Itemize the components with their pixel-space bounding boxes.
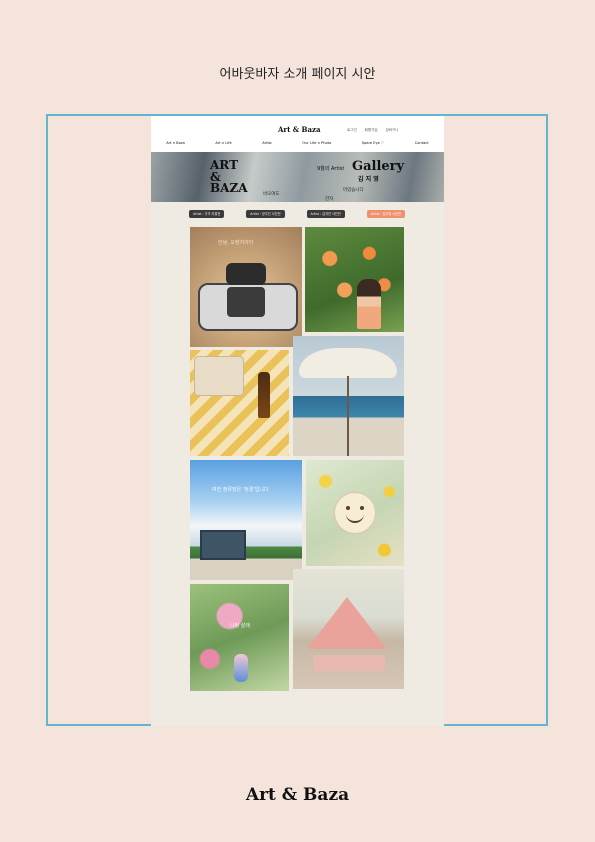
nav-item-art-n-baza[interactable]: Art n Baza bbox=[166, 141, 185, 145]
umbrella-canopy bbox=[299, 348, 397, 378]
nav-item-contact[interactable]: Contact bbox=[415, 141, 429, 145]
hero-artist-name: 김 지 영 bbox=[358, 176, 379, 183]
hero-logo: ART & BAZA bbox=[210, 158, 248, 195]
picnic-blanket bbox=[313, 655, 385, 671]
nav-item-art-n-life[interactable]: Art n Life bbox=[215, 141, 231, 145]
nav-item-our-life-photo[interactable]: Our Life n Photo bbox=[302, 141, 331, 145]
hero-banner: ART & BAZA 바오여도 한자 마었습니다 9월의 Artist Gall… bbox=[151, 152, 444, 202]
document-title: 어바웃바자 소개 페이지 시안 bbox=[219, 67, 376, 82]
tab-artist-4[interactable]: Artist : 김지영 사진전 bbox=[366, 210, 405, 218]
tab-artist-1[interactable]: Artist : 가가 리뷰전 bbox=[189, 210, 225, 218]
hero-subtext: 한자 bbox=[325, 197, 334, 202]
photo-caption: 여전 정류장은 '정경'입니다 bbox=[212, 487, 269, 493]
nav-item-spare-eye[interactable]: Spare Eye ♡ bbox=[362, 141, 385, 145]
photo-picnic[interactable] bbox=[190, 350, 289, 456]
hero-subtext: 바오여도 bbox=[263, 192, 280, 197]
person-figure bbox=[357, 279, 381, 329]
umbrella-pole bbox=[347, 376, 349, 456]
photo-orange-flowers[interactable] bbox=[305, 227, 404, 332]
photo-caption: 안녕, 오렌지야아 bbox=[218, 240, 254, 246]
photo-beach-umbrella[interactable] bbox=[293, 336, 404, 456]
camera-top bbox=[226, 263, 266, 285]
photo-rose-figure[interactable]: 나랑 살래 bbox=[190, 584, 289, 691]
hero-gallery-title: Gallery bbox=[352, 159, 405, 174]
login-link[interactable]: 로그인 bbox=[347, 128, 357, 133]
website-preview: Art & Baza 로그인 회원가입 장바구니 Art n Baza Art … bbox=[151, 116, 444, 726]
artist-tabs: Artist : 가가 리뷰전 Artist : 방주진 사진전 Artist … bbox=[189, 210, 405, 218]
hero-month-label: 9월의 Artist bbox=[317, 166, 345, 172]
bus-shelter bbox=[200, 530, 246, 560]
camera-viewfinder bbox=[227, 287, 265, 317]
site-logo[interactable]: Art & Baza bbox=[278, 125, 321, 134]
cart-link[interactable]: 장바구니 bbox=[386, 128, 399, 133]
figure-toy bbox=[234, 654, 248, 682]
signup-link[interactable]: 회원가입 bbox=[365, 128, 378, 133]
bottle bbox=[258, 372, 270, 418]
utility-links: 로그인 회원가입 장바구니 bbox=[347, 128, 398, 133]
tab-artist-2[interactable]: Artist : 방주진 사진전 bbox=[246, 210, 285, 218]
hero-subtext: 마었습니다 bbox=[343, 188, 364, 193]
photo-pink-tent[interactable] bbox=[293, 569, 404, 689]
photo-smiley-sign[interactable] bbox=[306, 460, 404, 566]
photo-bus-stop[interactable]: 여전 정류장은 '정경'입니다 bbox=[190, 460, 302, 580]
picnic-box bbox=[194, 356, 244, 396]
nav-item-artist[interactable]: Artist bbox=[262, 141, 272, 145]
smiley-face bbox=[334, 492, 376, 534]
photo-caption: 나랑 살래 bbox=[230, 623, 250, 629]
tab-artist-3[interactable]: Artist : 김지연 사진전 bbox=[306, 210, 345, 218]
footer-logo: Art & Baza bbox=[245, 785, 350, 805]
photo-camera[interactable]: 안녕, 오렌지야아 bbox=[190, 227, 302, 347]
site-header: Art & Baza 로그인 회원가입 장바구니 Art n Baza Art … bbox=[151, 116, 444, 152]
main-nav: Art n Baza Art n Life Artist Our Life n … bbox=[151, 141, 444, 145]
tent bbox=[307, 597, 387, 649]
